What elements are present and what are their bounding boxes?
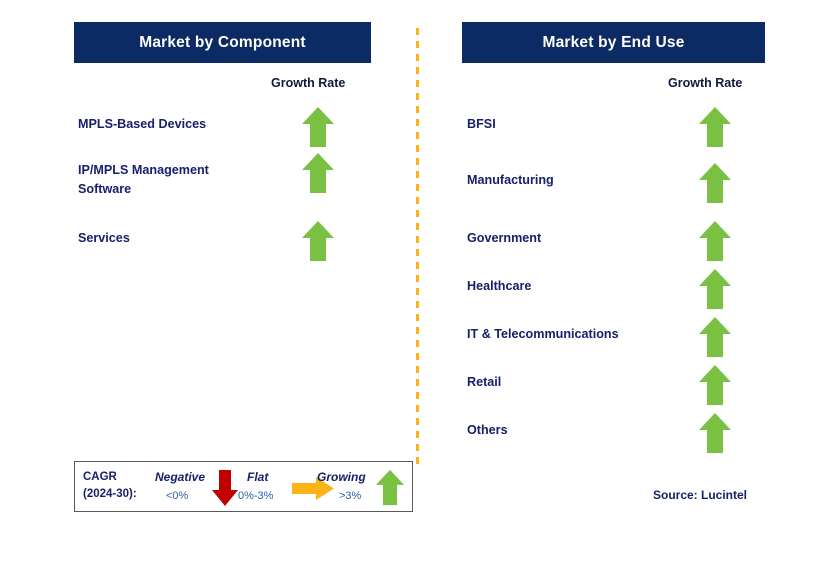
growth-indicator [698, 219, 732, 263]
row-label: Manufacturing [467, 173, 554, 187]
legend-icon-wrap [375, 466, 405, 509]
legend-range: <0% [166, 490, 189, 502]
growth-indicator [301, 105, 335, 149]
row-label: IP/MPLS Management Software [78, 163, 209, 196]
growth-indicator [698, 411, 732, 455]
arrow-up-icon [302, 221, 334, 261]
growth-indicator [301, 219, 335, 263]
growth-indicator [301, 151, 335, 195]
panel-header-market-by-component: Market by Component [74, 22, 371, 63]
row-label: Others [467, 423, 508, 437]
legend-label: Flat [247, 470, 269, 484]
row-label: IT & Telecommunications [467, 327, 619, 341]
arrow-up-icon [699, 221, 731, 261]
legend-icon-wrap [211, 468, 239, 508]
arrow-up-icon [375, 469, 405, 506]
row-label: Government [467, 231, 542, 245]
growth-rate-column-header-left: Growth Rate [271, 76, 346, 90]
panel-header-market-by-end-use: Market by End Use [462, 22, 765, 63]
source-note: Source: Lucintel [653, 488, 748, 502]
arrow-up-icon [699, 269, 731, 309]
arrow-down-icon [212, 470, 238, 506]
arrow-up-icon [302, 153, 334, 193]
row-label: BFSI [467, 117, 496, 131]
cagr-legend: CAGR (2024-30): Negative <0% Flat 0%-3% … [74, 461, 413, 512]
arrow-up-icon [302, 107, 334, 147]
arrow-up-icon [699, 163, 731, 203]
legend-range: 0%-3% [238, 490, 274, 502]
infographic-canvas: Market by Component Growth Rate MPLS-Bas… [0, 0, 837, 563]
row-label: MPLS-Based Devices [78, 117, 207, 131]
growth-indicator [698, 363, 732, 407]
row-label: Healthcare [467, 279, 532, 293]
legend-label: Negative [155, 470, 206, 484]
arrow-up-icon [699, 413, 731, 453]
legend-range: >3% [339, 490, 362, 502]
growth-rate-column-header-right: Growth Rate [668, 76, 743, 90]
arrow-up-icon [699, 107, 731, 147]
growth-indicator [698, 315, 732, 359]
row-label: Services [78, 231, 130, 245]
arrow-up-icon [699, 365, 731, 405]
row-label: Retail [467, 375, 502, 389]
legend-title: CAGR (2024-30): [83, 471, 137, 500]
growth-indicator [698, 161, 732, 205]
arrow-up-icon [699, 317, 731, 357]
growth-indicator [698, 267, 732, 311]
growth-indicator [698, 105, 732, 149]
legend-label: Growing [317, 470, 366, 484]
vertical-dashed-divider [416, 28, 419, 468]
